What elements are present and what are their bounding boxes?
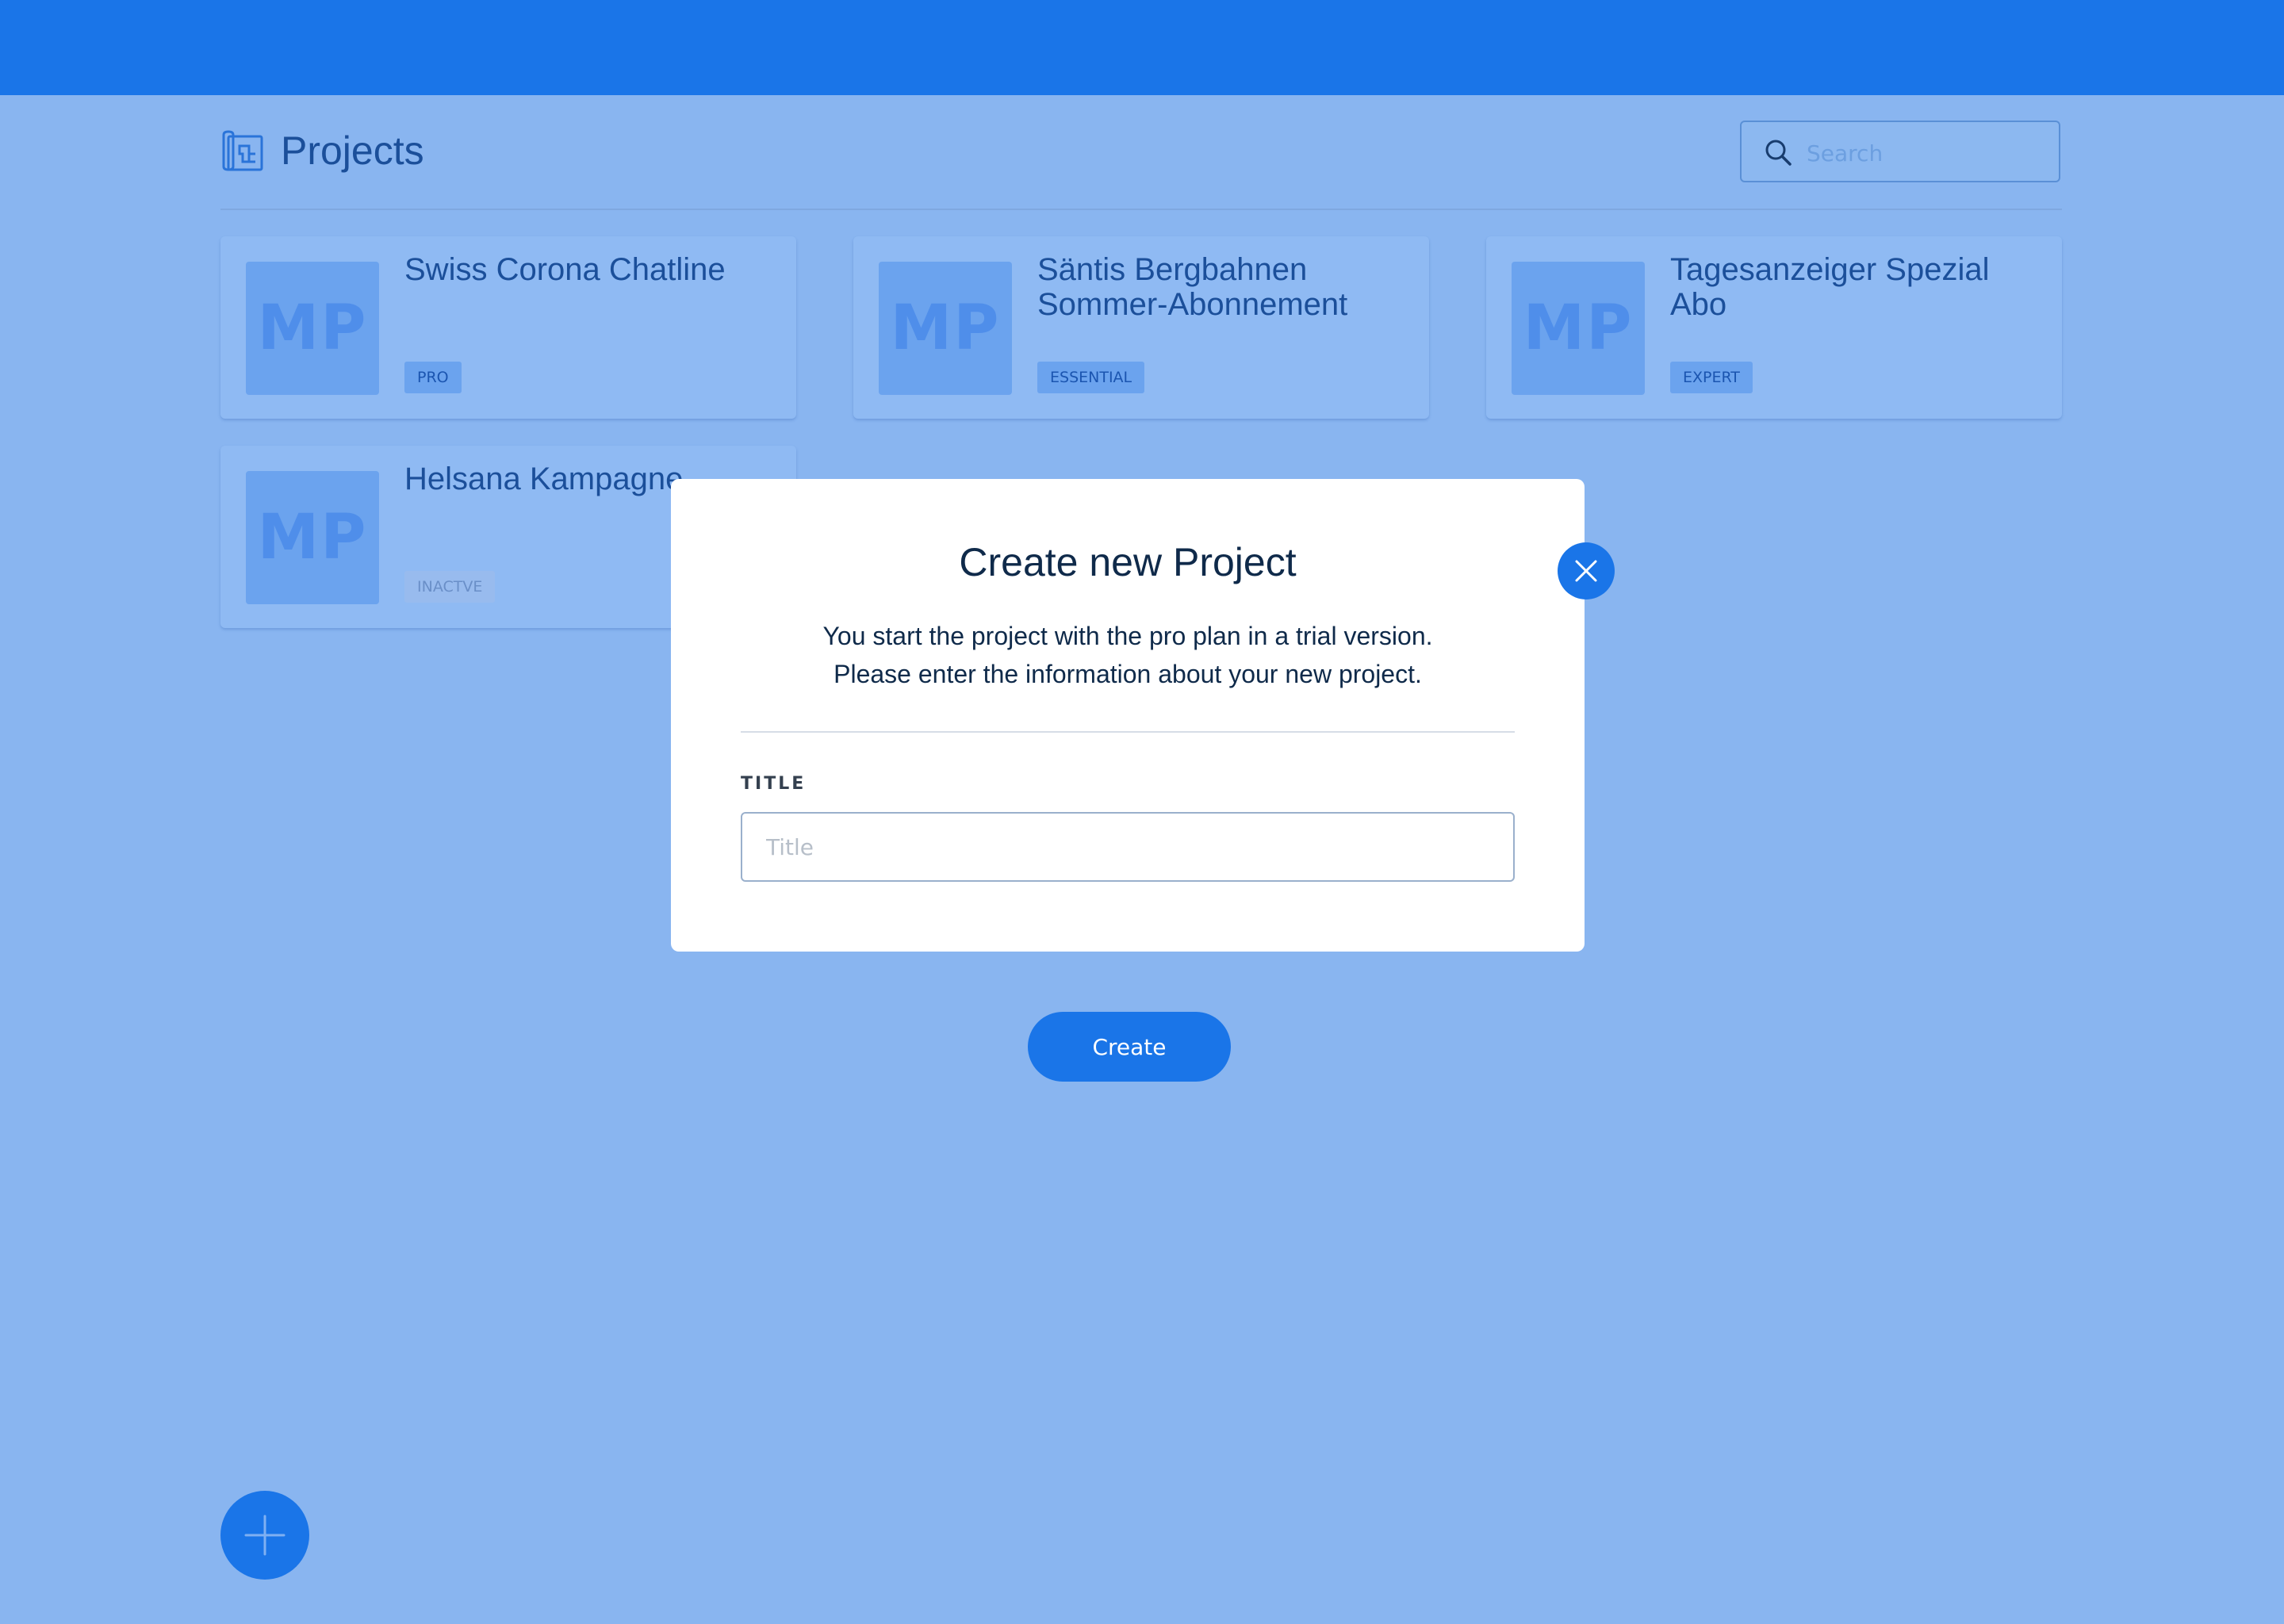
dialog-title: Create new Project (959, 540, 1297, 584)
create-project-dialog: Create new Project You start the project… (671, 479, 1585, 952)
project-avatar: MP (1512, 262, 1645, 395)
search-icon (1765, 140, 1792, 166)
search-input[interactable] (1805, 133, 2046, 173)
project-title: Säntis Bergbahnen Sommer-Abonnement (1037, 252, 1348, 322)
header-divider (220, 209, 2062, 210)
close-dialog-button[interactable] (1558, 542, 1615, 599)
project-avatar: MP (246, 262, 379, 395)
top-app-bar (0, 0, 2284, 95)
project-title: Tagesanzeiger Spezial Abo (1670, 252, 1990, 322)
title-input[interactable] (741, 812, 1515, 882)
dialog-divider (741, 731, 1515, 733)
project-card[interactable]: MP Swiss Corona Chatline PRO (220, 236, 796, 419)
dialog-description-line: Please enter the information about your … (834, 660, 1422, 688)
project-card[interactable]: MP Säntis Bergbahnen Sommer-Abonnement E… (853, 236, 1429, 419)
project-card[interactable]: MP Tagesanzeiger Spezial Abo EXPERT (1486, 236, 2062, 419)
project-avatar: MP (246, 471, 379, 604)
project-title: Swiss Corona Chatline (404, 252, 726, 287)
plus-icon (244, 1515, 286, 1556)
plan-badge: EXPERT (1670, 362, 1753, 393)
dialog-description: You start the project with the pro plan … (671, 617, 1585, 693)
blueprint-icon (222, 130, 263, 171)
page-title: Projects (281, 128, 424, 173)
close-icon (1575, 560, 1597, 582)
add-project-button[interactable] (220, 1491, 309, 1580)
create-button[interactable]: Create (1028, 1012, 1231, 1082)
plan-badge: ESSENTIAL (1037, 362, 1145, 393)
dialog-description-line: You start the project with the pro plan … (822, 622, 1433, 650)
search-box[interactable] (1740, 121, 2060, 182)
plan-badge: PRO (404, 362, 462, 393)
status-badge: INACTVE (404, 571, 496, 603)
project-avatar: MP (879, 262, 1012, 395)
title-field-label: TITLE (741, 774, 807, 794)
